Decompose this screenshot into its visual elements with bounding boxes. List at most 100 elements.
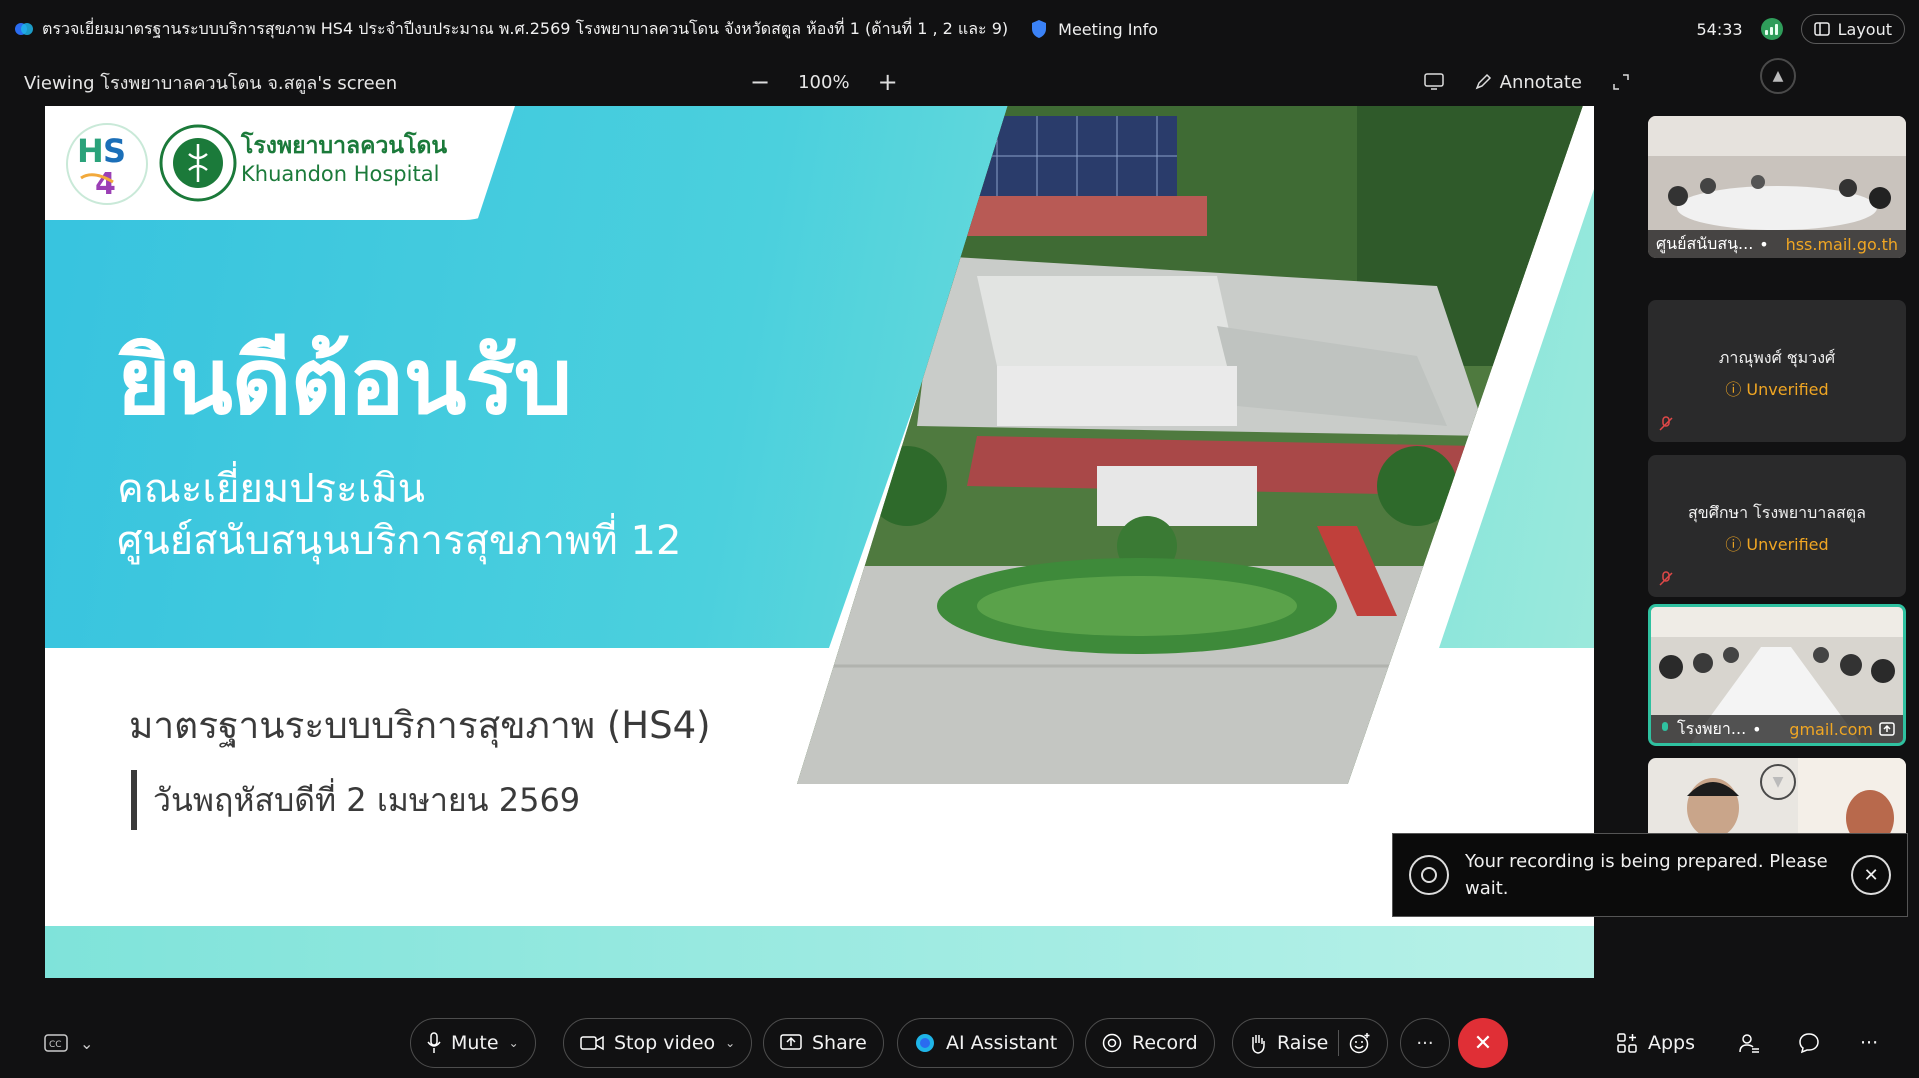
zoom-out-icon[interactable]: −: [750, 68, 770, 96]
chevron-down-icon[interactable]: ⌄: [725, 1036, 735, 1050]
screen-icon[interactable]: [1423, 73, 1444, 91]
apps-icon: [1617, 1033, 1637, 1053]
participant-name: ภาณุพงศ์ ชุมวงศ์: [1718, 348, 1836, 367]
participant-label: โรงพยา... • gmail.com: [1651, 715, 1903, 743]
annotate-label: Annotate: [1499, 71, 1582, 93]
separator-dot: •: [1759, 234, 1769, 254]
svg-text:4: 4: [95, 167, 116, 202]
mute-button[interactable]: Mute ⌄: [410, 1018, 536, 1068]
shield-icon[interactable]: [1030, 19, 1048, 39]
raise-label: Raise: [1277, 1032, 1329, 1054]
participant-name: สุขศึกษา โรงพยาบาลสตูล: [1688, 503, 1866, 522]
muted-mic-icon: [1659, 571, 1673, 586]
participant-name: โรงพยา...: [1677, 718, 1747, 738]
participant-tile-active-speaker[interactable]: โรงพยา... • gmail.com: [1648, 604, 1906, 746]
video-camera-icon: [580, 1035, 604, 1051]
svg-text:H: H: [77, 132, 104, 170]
ai-assistant-button[interactable]: AI Assistant: [897, 1018, 1075, 1068]
raise-hand-button[interactable]: Raise: [1232, 1018, 1389, 1068]
slide-bottom-band: [45, 926, 1594, 978]
svg-text:S: S: [103, 132, 126, 170]
sharing-icon: [1879, 722, 1895, 736]
more-options-icon[interactable]: ···: [1400, 1018, 1450, 1068]
hospital-name-english: Khuandon Hospital: [241, 162, 440, 186]
unverified-badge: ⓘ Unverified: [1725, 535, 1829, 554]
reactions-icon[interactable]: [1349, 1032, 1371, 1054]
end-meeting-button[interactable]: ✕: [1458, 1018, 1508, 1068]
date-text: วันพฤหัสบดีที่ 2 เมษายน 2569: [153, 780, 581, 819]
stop-video-button[interactable]: Stop video ⌄: [563, 1018, 753, 1068]
unverified-icon: ⓘ: [1725, 380, 1747, 399]
hs4-logo-icon: H S 4: [66, 123, 148, 205]
participants-button[interactable]: [1738, 1018, 1760, 1068]
microphone-icon: [427, 1032, 441, 1053]
chat-icon: [1799, 1033, 1819, 1054]
title-bar: ตรวจเยี่ยมมาตรฐานระบบบริการสุขภาพ HS4 ปร…: [0, 0, 1919, 58]
stop-video-label: Stop video: [614, 1032, 716, 1054]
share-view-bar: Viewing โรงพยาบาลควนโดน จ.สตูล's screen …: [0, 58, 1630, 106]
participant-domain: gmail.com: [1789, 719, 1873, 739]
hospital-logo-card: H S 4 โรงพยาบาลควนโดน Khuandon Hospital: [45, 106, 515, 220]
connection-signal-icon[interactable]: [1760, 18, 1783, 40]
zoom-controls: − 100% +: [750, 58, 898, 106]
meeting-title: ตรวจเยี่ยมมาตรฐานระบบบริการสุขภาพ HS4 ปร…: [42, 18, 1009, 38]
unverified-badge: ⓘ Unverified: [1725, 380, 1829, 399]
record-button[interactable]: Record: [1085, 1018, 1215, 1068]
raise-hand-icon: [1252, 1035, 1265, 1054]
scroll-up-icon[interactable]: ▲: [1760, 58, 1796, 94]
welcome-heading: ยินดีต้อนรับ: [117, 328, 572, 435]
share-screen-icon: [780, 1034, 802, 1050]
svg-text:CC: CC: [49, 1040, 62, 1050]
scroll-down-icon[interactable]: ▼: [1760, 764, 1796, 800]
zoom-in-icon[interactable]: +: [878, 68, 898, 96]
layout-button[interactable]: Layout: [1800, 14, 1905, 44]
recording-toast: Your recording is being prepared. Please…: [1392, 833, 1908, 917]
meeting-control-bar: CC ⌄ Mute ⌄ Stop video ⌄ Share AI Assist…: [0, 1012, 1919, 1078]
ai-assistant-icon: [916, 1034, 934, 1052]
mute-label: Mute: [451, 1032, 499, 1054]
separator-dot: •: [1752, 719, 1762, 739]
share-button[interactable]: Share: [763, 1018, 884, 1068]
ai-assistant-label: AI Assistant: [946, 1032, 1058, 1054]
unverified-icon: ⓘ: [1725, 535, 1747, 554]
annotate-button[interactable]: Annotate: [1474, 72, 1582, 93]
standard-title: มาตรฐานระบบบริการสุขภาพ (HS4): [129, 704, 711, 747]
captions-control[interactable]: CC ⌄: [44, 1018, 93, 1068]
mic-icon: [1662, 722, 1668, 731]
layout-label: Layout: [1837, 19, 1892, 39]
close-toast-icon[interactable]: ✕: [1851, 855, 1891, 895]
ministry-public-health-logo-icon: [159, 124, 237, 202]
participant-tile[interactable]: ภาณุพงศ์ ชุมวงศ์ ⓘ Unverified: [1648, 300, 1906, 442]
record-label: Record: [1132, 1032, 1198, 1054]
zoom-level[interactable]: 100%: [798, 72, 849, 93]
share-label: Share: [812, 1032, 867, 1054]
apps-label: Apps: [1648, 1032, 1696, 1054]
recording-status-icon: [1409, 855, 1449, 895]
chevron-down-icon[interactable]: ⌄: [509, 1036, 519, 1050]
chat-button[interactable]: [1798, 1018, 1820, 1068]
meeting-timer: 54:33: [1696, 19, 1743, 39]
apps-button[interactable]: Apps: [1616, 1018, 1695, 1068]
participants-icon: [1739, 1034, 1759, 1053]
fullscreen-icon[interactable]: [1612, 73, 1630, 91]
more-menu-icon[interactable]: ···: [1860, 1018, 1878, 1068]
recording-message: Your recording is being prepared. Please…: [1465, 851, 1828, 899]
participant-domain: hss.mail.go.th: [1785, 234, 1898, 254]
divider: [1338, 1030, 1340, 1056]
viewing-label: Viewing โรงพยาบาลควนโดน จ.สตูล's screen: [24, 72, 398, 94]
support-center-text: ศูนย์สนับสนุนบริการสุขภาพที่ 12: [117, 518, 682, 564]
date-block: วันพฤหัสบดีที่ 2 เมษายน 2569: [131, 770, 580, 830]
participant-tile[interactable]: ศูนย์สนับสนุ... • hss.mail.go.th: [1648, 116, 1906, 258]
participant-name: ศูนย์สนับสนุ...: [1656, 233, 1754, 253]
chevron-down-icon[interactable]: ⌄: [80, 1034, 93, 1053]
record-icon: [1102, 1033, 1122, 1053]
layout-icon: [1813, 22, 1830, 36]
participant-label: ศูนย์สนับสนุ... • hss.mail.go.th: [1648, 230, 1906, 258]
hospital-name-thai: โรงพยาบาลควนโดน: [241, 133, 448, 159]
pen-icon: [1475, 73, 1491, 90]
webex-logo-icon: [15, 23, 33, 35]
shared-screen-slide: H S 4 โรงพยาบาลควนโดน Khuandon Hospital …: [45, 106, 1594, 978]
participant-tile[interactable]: สุขศึกษา โรงพยาบาลสตูล ⓘ Unverified: [1648, 455, 1906, 597]
meeting-info-link[interactable]: Meeting Info: [1058, 20, 1158, 39]
muted-mic-icon: [1659, 416, 1673, 431]
